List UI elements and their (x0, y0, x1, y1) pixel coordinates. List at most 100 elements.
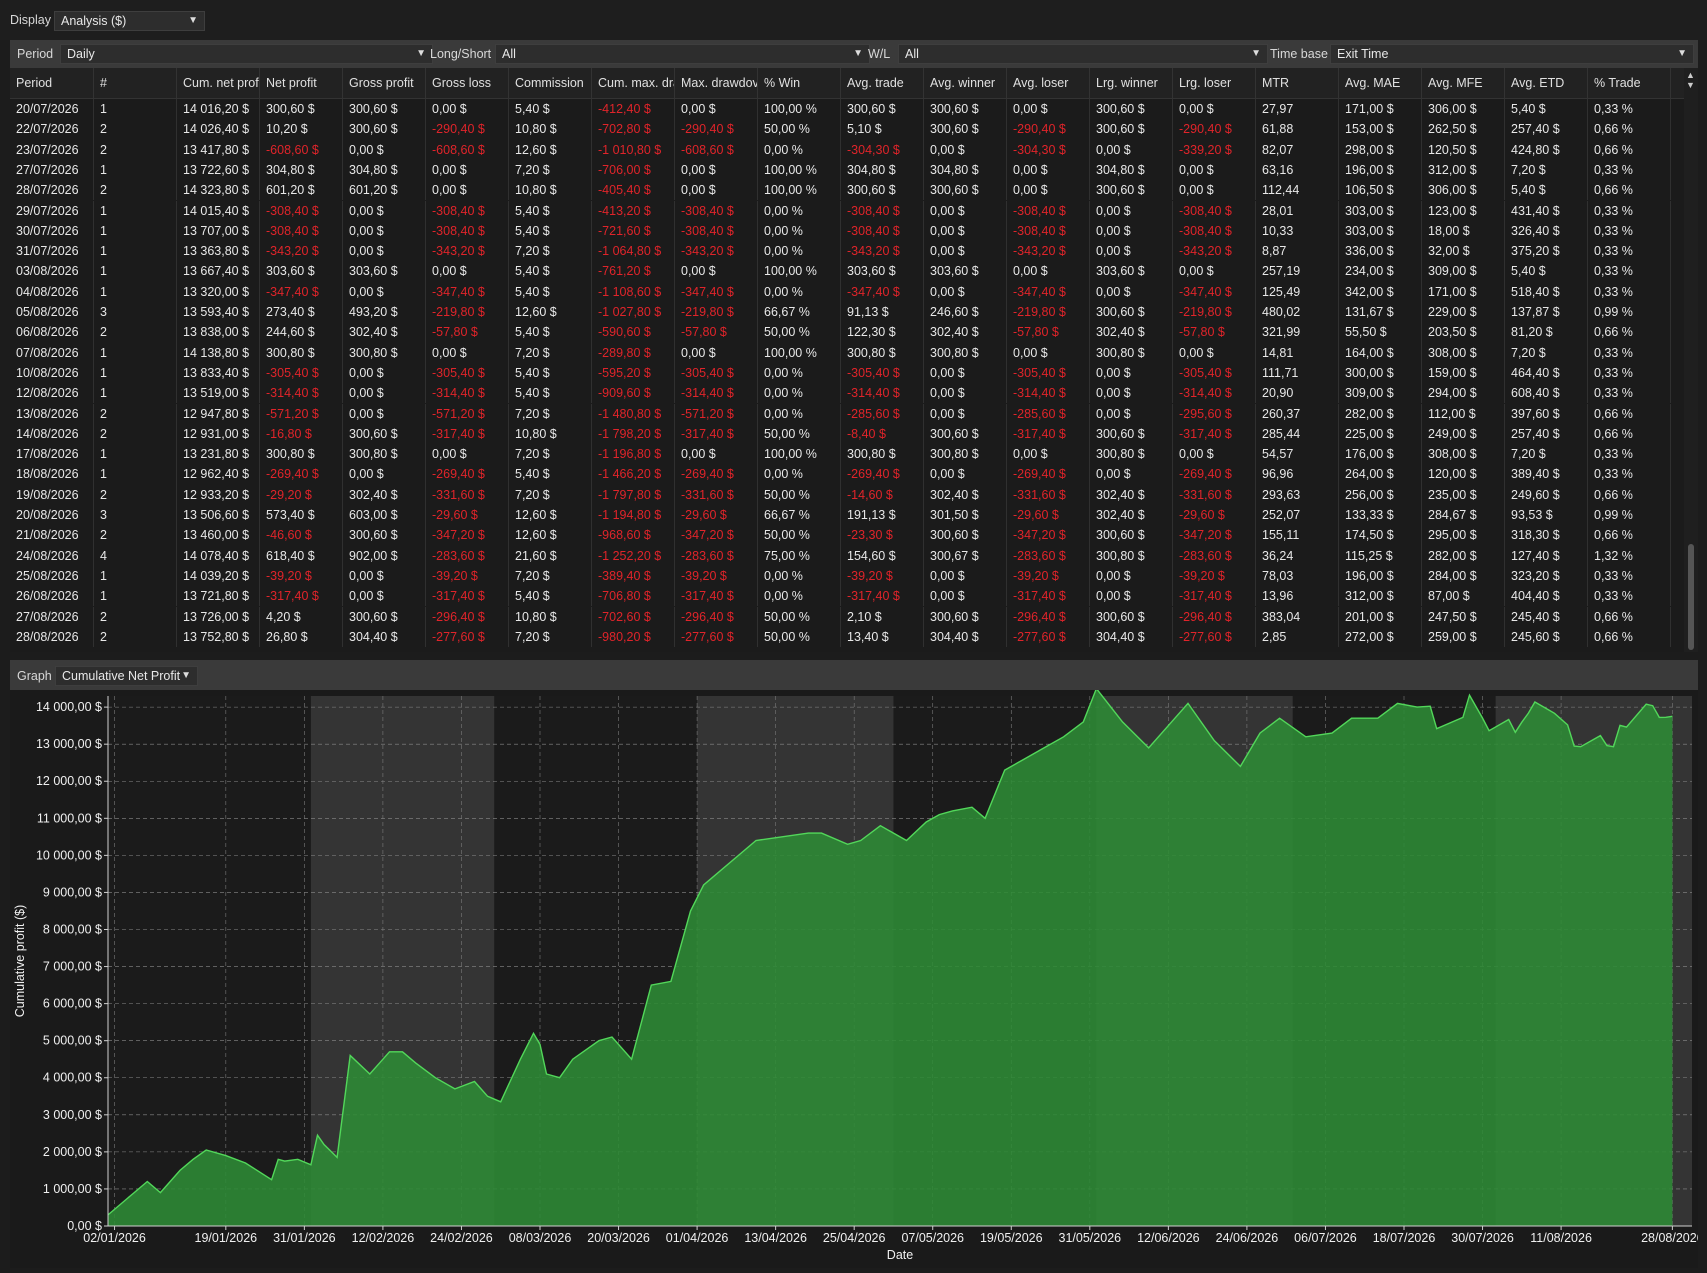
column-header[interactable]: Cum. net prof (177, 68, 260, 98)
table-cell: 306,00 $ (1422, 180, 1505, 201)
column-header[interactable]: Period (10, 68, 94, 98)
scrollbar-thumb[interactable] (1688, 544, 1694, 650)
table-cell: 0,00 $ (1090, 241, 1173, 262)
table-row[interactable]: 24/08/2026 4 14 078,40 $618,40 $902,00 $ -2… (10, 545, 1682, 566)
table-row[interactable]: 04/08/2026 1 13 320,00 $ -347,40 $0,00 $ -34… (10, 281, 1682, 302)
scroll-down-icon[interactable]: ▼ (1686, 80, 1695, 90)
scroll-up-icon[interactable]: ▲ (1686, 70, 1695, 80)
table-row[interactable]: 19/08/2026 2 12 933,20 $ -29,20 $302,40 $ -3… (10, 484, 1682, 505)
table-row[interactable]: 03/08/2026 1 13 667,40 $303,60 $303,60 $0,… (10, 261, 1682, 282)
table-cell: 303,60 $ (1090, 261, 1173, 282)
wl-select[interactable]: All ▼ (898, 44, 1268, 64)
table-cell: 375,20 $ (1505, 241, 1588, 262)
table-cell: 302,40 $ (924, 484, 1007, 505)
x-tick-label: 08/03/2026 (509, 1231, 572, 1245)
column-header[interactable]: Net profit (260, 68, 343, 98)
table-row[interactable]: 21/08/2026 2 13 460,00 $ -46,60 $300,60 $ -3… (10, 525, 1682, 546)
table-row[interactable]: 27/07/2026 1 13 722,60 $304,80 $304,80 $0,… (10, 159, 1682, 181)
table-cell: 28,01 (1256, 200, 1339, 221)
column-header[interactable]: Avg. MAE (1339, 68, 1422, 98)
graph-select[interactable]: Cumulative Net Profit ▼ (55, 666, 198, 686)
table-cell: -347,40 $ (675, 281, 758, 302)
column-header[interactable]: Commission (509, 68, 592, 98)
column-header[interactable]: Lrg. winner (1090, 68, 1173, 98)
table-cell: -314,40 $ (260, 383, 343, 404)
table-row[interactable]: 14/08/2026 2 12 931,00 $ -16,80 $300,60 $ -3… (10, 423, 1682, 445)
analysis-table: Period # Cum. net prof Net profit Gross prof… (10, 68, 1698, 652)
table-row[interactable]: 25/08/2026 1 14 039,20 $ -39,20 $0,00 $ -39,… (10, 565, 1682, 587)
table-cell: 0,00 $ (924, 281, 1007, 302)
x-tick-label: 24/02/2026 (430, 1231, 493, 1245)
table-cell: 1 (94, 281, 177, 302)
column-header[interactable]: Cum. max. dra (592, 68, 675, 98)
table-cell: 1 (94, 362, 177, 384)
table-cell: 312,00 $ (1422, 159, 1505, 181)
table-cell: 0,00 $ (343, 383, 426, 404)
table-row[interactable]: 17/08/2026 1 13 231,80 $300,80 $300,80 $0,… (10, 444, 1682, 465)
table-row[interactable]: 31/07/2026 1 13 363,80 $ -343,20 $0,00 $ -34… (10, 241, 1682, 262)
table-row[interactable]: 23/07/2026 2 13 417,80 $ -608,60 $0,00 $ -60… (10, 139, 1682, 160)
table-cell: 5,40 $ (509, 464, 592, 485)
table-scrollbar[interactable]: ▲ ▼ (1684, 68, 1698, 652)
table-row[interactable]: 27/08/2026 2 13 726,00 $4,20 $300,60 $ -296… (10, 606, 1682, 627)
column-header[interactable]: Gross loss (426, 68, 509, 98)
graph-bar: Graph Cumulative Net Profit ▼ (10, 660, 1698, 690)
table-row[interactable]: 28/08/2026 2 13 752,80 $26,80 $304,40 $ -27… (10, 626, 1682, 648)
column-header[interactable]: Gross profit (343, 68, 426, 98)
timebase-select[interactable]: Exit Time ▼ (1330, 44, 1694, 64)
column-header[interactable]: Avg. winner (924, 68, 1007, 98)
table-cell: 5,40 $ (509, 200, 592, 221)
column-header[interactable]: Avg. MFE (1422, 68, 1505, 98)
column-header[interactable]: Avg. ETD (1505, 68, 1588, 98)
table-cell: 0,00 $ (343, 362, 426, 384)
column-header[interactable]: MTR (1256, 68, 1339, 98)
table-cell: 518,40 $ (1505, 281, 1588, 302)
table-row[interactable]: 20/07/2026 1 14 016,20 $300,60 $300,60 $0,… (10, 99, 1682, 120)
table-row[interactable]: 20/08/2026 3 13 506,60 $573,40 $603,00 $ -2… (10, 505, 1682, 526)
table-cell: 0,00 $ (343, 281, 426, 302)
table-row[interactable]: 18/08/2026 1 12 962,40 $ -269,40 $0,00 $ -26… (10, 464, 1682, 485)
table-cell: -317,40 $ (1007, 423, 1090, 445)
table-cell: 20/07/2026 (10, 99, 94, 120)
table-row[interactable]: 06/08/2026 2 13 838,00 $244,60 $302,40 $ -5… (10, 322, 1682, 343)
table-cell: 424,80 $ (1505, 139, 1588, 160)
column-header[interactable]: % Win (758, 68, 841, 98)
table-cell: 0,00 $ (426, 99, 509, 120)
table-row[interactable]: 12/08/2026 1 13 519,00 $ -314,40 $0,00 $ -31… (10, 383, 1682, 404)
table-cell: 125,49 (1256, 281, 1339, 302)
table-cell: 309,00 $ (1422, 261, 1505, 282)
table-cell: -308,40 $ (260, 200, 343, 221)
column-header[interactable]: Avg. loser (1007, 68, 1090, 98)
column-header[interactable]: Max. drawdov (675, 68, 758, 98)
display-select[interactable]: Analysis ($) ▼ (54, 11, 205, 31)
column-header[interactable]: Lrg. loser (1173, 68, 1256, 98)
table-row[interactable]: 30/07/2026 1 13 707,00 $ -308,40 $0,00 $ -30… (10, 220, 1682, 242)
column-header[interactable]: % Trade (1588, 68, 1671, 98)
table-row[interactable]: 13/08/2026 2 12 947,80 $ -571,20 $0,00 $ -57… (10, 403, 1682, 424)
table-cell: -308,40 $ (675, 220, 758, 242)
table-cell: 257,19 (1256, 261, 1339, 282)
table-row[interactable]: 26/08/2026 1 13 721,80 $ -317,40 $0,00 $ -31… (10, 586, 1682, 607)
table-cell: 14 015,40 $ (177, 200, 260, 221)
table-row[interactable]: 10/08/2026 1 13 833,40 $ -305,40 $0,00 $ -30… (10, 362, 1682, 384)
period-select[interactable]: Daily ▼ (60, 44, 433, 64)
table-cell: 7,20 $ (509, 444, 592, 465)
table-cell: 0,00 $ (924, 565, 1007, 587)
column-header[interactable]: Avg. trade (841, 68, 924, 98)
table-row[interactable]: 07/08/2026 1 14 138,80 $300,80 $300,80 $0,… (10, 342, 1682, 363)
table-cell: 304,80 $ (924, 159, 1007, 181)
table-cell: 300,60 $ (1090, 606, 1173, 627)
table-cell: 29/07/2026 (10, 200, 94, 221)
table-cell: 82,07 (1256, 139, 1339, 160)
table-row[interactable]: 28/07/2026 2 14 323,80 $601,20 $601,20 $0,… (10, 180, 1682, 201)
table-row[interactable]: 22/07/2026 2 14 026,40 $10,20 $300,60 $ -29… (10, 119, 1682, 140)
table-cell: -296,40 $ (1007, 606, 1090, 627)
table-cell: 302,40 $ (1090, 322, 1173, 343)
table-row[interactable]: 29/07/2026 1 14 015,40 $ -308,40 $0,00 $ -30… (10, 200, 1682, 221)
table-cell: 1 (94, 464, 177, 485)
longshort-select[interactable]: All ▼ (495, 44, 870, 64)
table-row[interactable]: 05/08/2026 3 13 593,40 $273,40 $493,20 $ -2… (10, 302, 1682, 323)
table-cell: -347,20 $ (675, 525, 758, 546)
table-cell: 300,80 $ (343, 342, 426, 363)
column-header[interactable]: # (94, 68, 177, 98)
